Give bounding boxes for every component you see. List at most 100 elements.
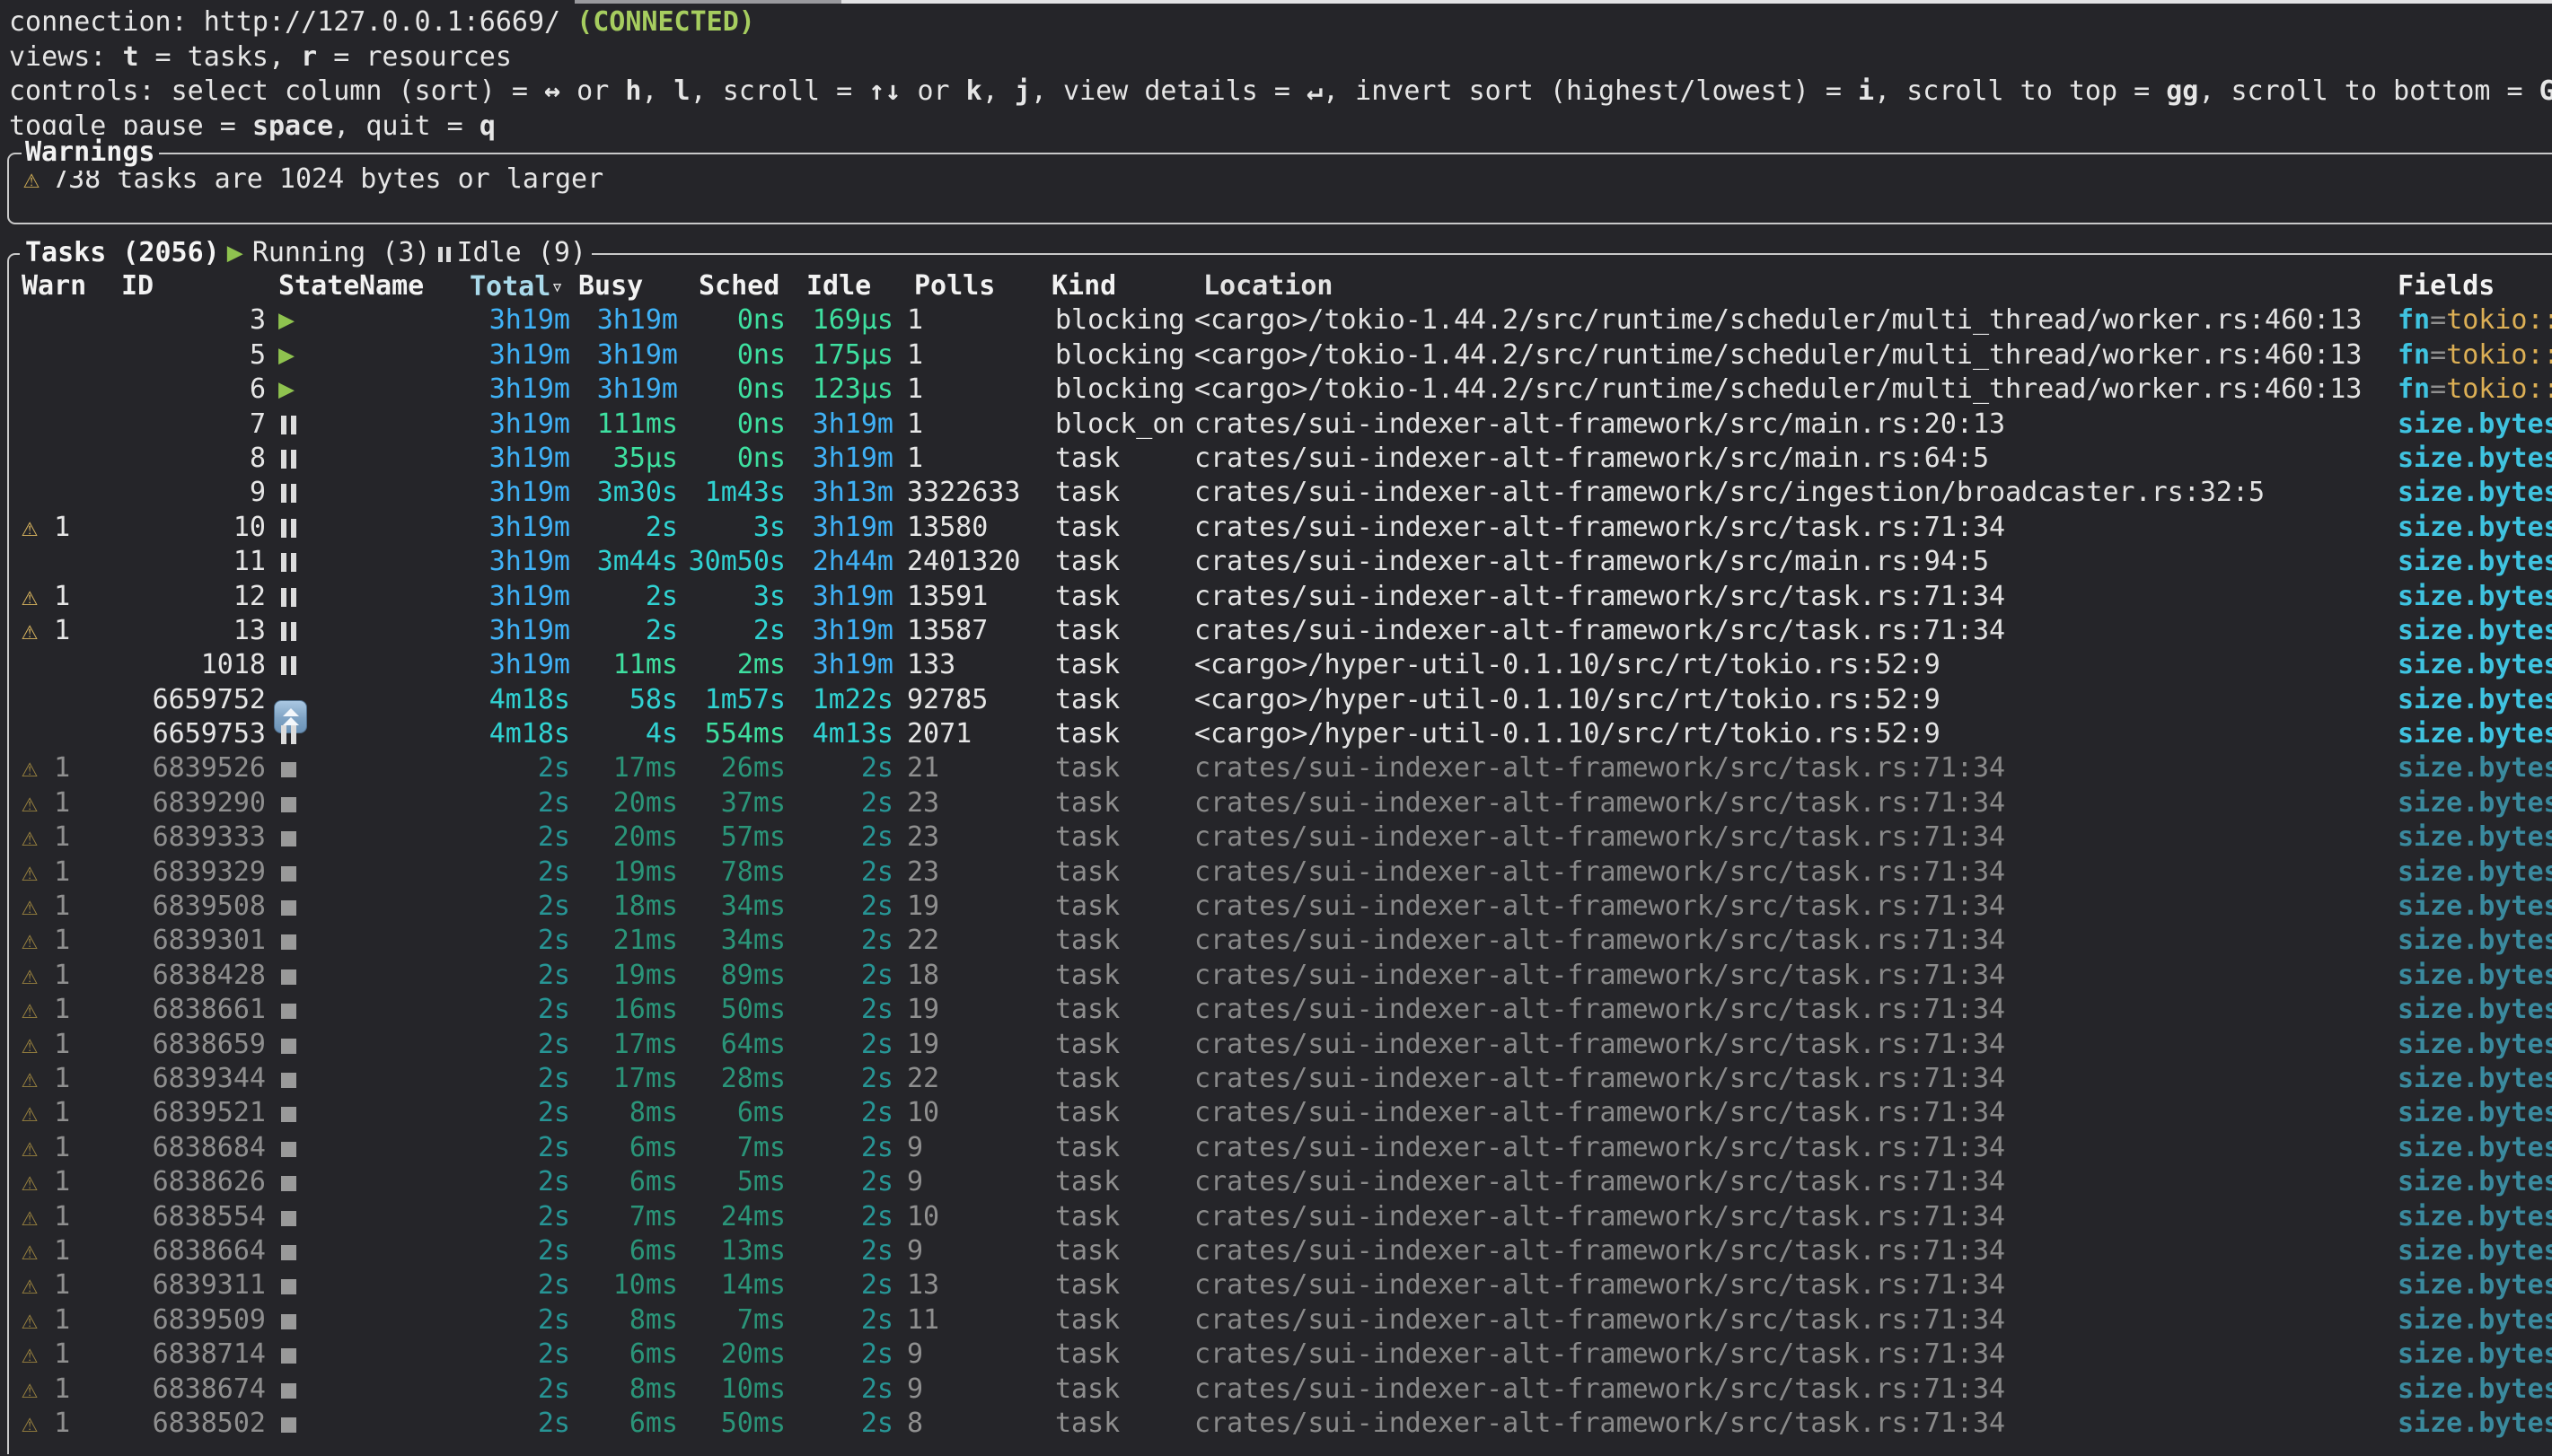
- field-key: size.bytes: [2398, 443, 2552, 474]
- cell-name: [359, 959, 467, 993]
- col-fields[interactable]: Fields: [2393, 269, 2552, 303]
- task-row[interactable]: 5▶3h19m3h19m0ns175µs1blocking<cargo>/tok…: [9, 338, 2552, 373]
- warn-count: 1: [38, 615, 70, 646]
- cell-polls: 1: [893, 373, 1042, 407]
- task-row[interactable]: 83h19m35µs0ns3h19m1taskcrates/sui-indexe…: [9, 442, 2552, 476]
- task-row[interactable]: ⚠ 168385542s7ms24ms2s10taskcrates/sui-in…: [9, 1200, 2552, 1234]
- task-row[interactable]: ⚠ 168392902s20ms37ms2s23taskcrates/sui-i…: [9, 786, 2552, 820]
- task-row[interactable]: ⚠ 168393012s21ms34ms2s22taskcrates/sui-i…: [9, 924, 2552, 958]
- cell-fields: size.bytes=: [2393, 1303, 2552, 1338]
- col-idle[interactable]: Idle: [786, 269, 893, 303]
- task-row[interactable]: 3▶3h19m3h19m0ns169µs1blocking<cargo>/tok…: [9, 303, 2552, 338]
- stopped-state-icon: [281, 1176, 296, 1191]
- text-segment: space: [252, 110, 333, 142]
- cell-fields: size.bytes=: [2393, 1096, 2552, 1130]
- task-row[interactable]: ⚠ 168395212s8ms6ms2s10taskcrates/sui-ind…: [9, 1096, 2552, 1130]
- task-row[interactable]: ⚠ 168387142s6ms20ms2s9taskcrates/sui-ind…: [9, 1338, 2552, 1372]
- task-row[interactable]: 10183h19m11ms2ms3h19m133task<cargo>/hype…: [9, 648, 2552, 682]
- col-id[interactable]: ID: [90, 269, 266, 303]
- col-busy[interactable]: Busy: [570, 269, 678, 303]
- task-row[interactable]: ⚠ 168393112s10ms14ms2s13taskcrates/sui-i…: [9, 1268, 2552, 1303]
- cell-state: ▶: [266, 338, 359, 373]
- col-polls[interactable]: Polls: [893, 269, 1042, 303]
- cell-idle: 2s: [786, 1303, 893, 1338]
- col-state[interactable]: State: [266, 269, 359, 303]
- cell-location: <cargo>/hyper-util-0.1.10/src/rt/tokio.r…: [1190, 648, 2393, 682]
- field-key: size.bytes: [2398, 581, 2552, 612]
- text-segment: q: [480, 110, 496, 142]
- task-row[interactable]: ⚠ 168386592s17ms64ms2s19taskcrates/sui-i…: [9, 1028, 2552, 1062]
- cell-busy: 6ms: [570, 1407, 678, 1441]
- field-key: size.bytes: [2398, 1132, 2552, 1163]
- cell-name: [359, 511, 467, 545]
- cell-total: 3h19m: [467, 614, 570, 648]
- cell-total: 2s: [467, 855, 570, 890]
- text-segment: gg: [2166, 75, 2198, 107]
- cell-task-id: 1018: [90, 648, 266, 682]
- task-row[interactable]: 6▶3h19m3h19m0ns123µs1blocking<cargo>/tok…: [9, 373, 2552, 407]
- task-row[interactable]: ⚠ 168386842s6ms7ms2s9taskcrates/sui-inde…: [9, 1131, 2552, 1165]
- cell-state: [266, 820, 359, 855]
- task-row[interactable]: ⚠ 168386742s8ms10ms2s9taskcrates/sui-ind…: [9, 1373, 2552, 1407]
- field-equals: =: [2430, 304, 2446, 336]
- cell-location: crates/sui-indexer-alt-framework/src/tas…: [1190, 614, 2393, 648]
- col-location[interactable]: Location: [1190, 269, 2393, 303]
- col-total-sorted[interactable]: Total▿: [467, 269, 570, 303]
- col-sched[interactable]: Sched: [678, 269, 786, 303]
- cell-name: [359, 1338, 467, 1372]
- task-row[interactable]: ⚠ 1123h19m2s3s3h19m13591taskcrates/sui-i…: [9, 580, 2552, 614]
- col-warn[interactable]: Warn: [9, 269, 90, 303]
- cell-state: [266, 890, 359, 924]
- cell-sched: 78ms: [678, 855, 786, 890]
- task-row[interactable]: ⚠ 168386262s6ms5ms2s9taskcrates/sui-inde…: [9, 1165, 2552, 1199]
- cell-total: 3h19m: [467, 580, 570, 614]
- cell-state: [266, 959, 359, 993]
- cell-kind: task: [1042, 580, 1190, 614]
- cell-state: [266, 751, 359, 785]
- task-row[interactable]: 66597524m18s58s1m57s1m22s92785task<cargo…: [9, 683, 2552, 717]
- cell-location: crates/sui-indexer-alt-framework/src/tas…: [1190, 993, 2393, 1027]
- task-row[interactable]: 93h19m3m30s1m43s3h13m3322633taskcrates/s…: [9, 476, 2552, 510]
- cell-polls: 2071: [893, 717, 1042, 751]
- field-key: size.bytes: [2398, 684, 2552, 715]
- text-segment: l: [674, 75, 691, 107]
- cell-location: crates/sui-indexer-alt-framework/src/tas…: [1190, 1131, 2393, 1165]
- cell-task-id: 6839521: [90, 1096, 266, 1130]
- task-row[interactable]: ⚠ 1133h19m2s2s3h19m13587taskcrates/sui-i…: [9, 614, 2552, 648]
- cell-busy: 3h19m: [570, 373, 678, 407]
- task-row[interactable]: ⚠ 168395092s8ms7ms2s11taskcrates/sui-ind…: [9, 1303, 2552, 1338]
- cell-polls: 19: [893, 1028, 1042, 1062]
- cell-sched: 0ns: [678, 408, 786, 442]
- warn-count: 1: [38, 1166, 70, 1197]
- task-row[interactable]: ⚠ 168393442s17ms28ms2s22taskcrates/sui-i…: [9, 1062, 2552, 1096]
- task-row[interactable]: ⚠ 168385022s6ms50ms2s8taskcrates/sui-ind…: [9, 1407, 2552, 1441]
- text-segment: controls: select column (sort) =: [9, 75, 544, 107]
- task-row[interactable]: ⚠ 168395262s17ms26ms2s21taskcrates/sui-i…: [9, 751, 2552, 785]
- task-row[interactable]: ⚠ 168386642s6ms13ms2s9taskcrates/sui-ind…: [9, 1234, 2552, 1268]
- cell-name: [359, 1096, 467, 1130]
- task-row[interactable]: 73h19m111ms0ns3h19m1block_oncrates/sui-i…: [9, 408, 2552, 442]
- cell-name: [359, 855, 467, 890]
- cell-kind: task: [1042, 1407, 1190, 1441]
- task-row[interactable]: ⚠ 168384282s19ms89ms2s18taskcrates/sui-i…: [9, 959, 2552, 993]
- field-value: tokio::r: [2446, 339, 2552, 371]
- col-kind[interactable]: Kind: [1042, 269, 1190, 303]
- task-row[interactable]: 66597534m18s4s554ms4m13s2071task<cargo>/…: [9, 717, 2552, 751]
- text-segment: = tasks,: [139, 41, 302, 73]
- task-row[interactable]: ⚠ 168386612s16ms50ms2s19taskcrates/sui-i…: [9, 993, 2552, 1027]
- col-name[interactable]: Name: [359, 269, 467, 303]
- cell-location: crates/sui-indexer-alt-framework/src/tas…: [1190, 1268, 2393, 1303]
- cell-total: 4m18s: [467, 717, 570, 751]
- cell-busy: 3m44s: [570, 545, 678, 579]
- cell-polls: 13580: [893, 511, 1042, 545]
- cell-polls: 11: [893, 1303, 1042, 1338]
- cell-kind: task: [1042, 1200, 1190, 1234]
- field-key: size.bytes: [2398, 512, 2552, 543]
- task-row[interactable]: ⚠ 168395082s18ms34ms2s19taskcrates/sui-i…: [9, 890, 2552, 924]
- cell-idle: 2s: [786, 1028, 893, 1062]
- task-row[interactable]: ⚠ 168393292s19ms78ms2s23taskcrates/sui-i…: [9, 855, 2552, 890]
- task-row[interactable]: 113h19m3m44s30m50s2h44m2401320taskcrates…: [9, 545, 2552, 579]
- task-row[interactable]: ⚠ 1103h19m2s3s3h19m13580taskcrates/sui-i…: [9, 511, 2552, 545]
- stopped-state-icon: [281, 969, 296, 985]
- task-row[interactable]: ⚠ 168393332s20ms57ms2s23taskcrates/sui-i…: [9, 820, 2552, 855]
